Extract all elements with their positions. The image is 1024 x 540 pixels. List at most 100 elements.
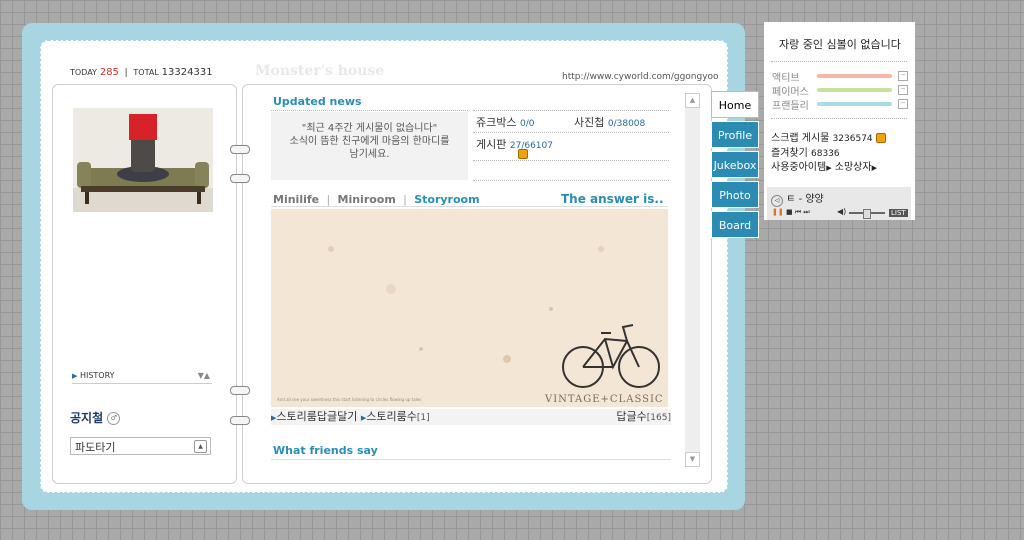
arrow-right-icon: ▶ xyxy=(72,372,78,380)
tab-photo[interactable]: Photo xyxy=(711,181,759,208)
nav-storyroom[interactable]: Storyroom xyxy=(414,193,479,206)
favorite-stat[interactable]: 즐겨찾기 68336 xyxy=(771,144,840,159)
divider xyxy=(771,61,907,62)
history-label: HISTORY xyxy=(79,371,115,380)
stat-value: 27/66107 xyxy=(509,141,553,151)
news-empty-line3: 남기세요. xyxy=(349,149,390,160)
tab-jukebox[interactable]: Jukebox xyxy=(711,151,759,178)
divider xyxy=(473,160,669,161)
volume-icon: ◀) xyxy=(837,207,847,216)
story-reply-link[interactable]: 스토리룸답글달기 xyxy=(276,410,357,423)
profile-photo xyxy=(73,108,213,212)
collapse-icon[interactable]: − xyxy=(898,99,908,109)
notice-label: 공지철 xyxy=(70,411,104,425)
home-title: Monster's house xyxy=(255,63,385,79)
story-small-text: And all see your sweetness this start li… xyxy=(277,397,421,402)
active-bar xyxy=(817,74,892,78)
famous-bar xyxy=(817,88,892,92)
today-label: TODAY xyxy=(70,68,97,77)
stat-value: 0/0 xyxy=(519,119,535,129)
stat-value: 0/38008 xyxy=(607,119,646,129)
mini-nav: Minilife | Miniroom | Storyroom xyxy=(273,193,480,206)
collapse-icon[interactable]: − xyxy=(898,71,908,81)
surf-value: 파도타기 xyxy=(75,441,116,454)
friends-say-title: What friends say xyxy=(273,444,378,457)
volume-handle[interactable] xyxy=(863,209,871,219)
scrap-stat[interactable]: 스크랩 게시물 3236574 xyxy=(771,129,886,144)
total-count: 13324331 xyxy=(161,67,213,78)
divider xyxy=(473,110,669,111)
bicycle-illustration: VINTAGE+CLASSIC And all see your sweetne… xyxy=(271,209,668,407)
divider xyxy=(271,110,468,111)
item-links: 사용중아이템▶ 소망상자▶ xyxy=(771,158,877,173)
friendly-bar xyxy=(817,102,892,106)
news-empty-box: "최근 4주간 게시물이 없습니다" 소식이 뜸한 친구에게 마음의 한마디를 … xyxy=(271,112,468,180)
surf-select[interactable]: 파도타기 ▲ xyxy=(70,437,211,455)
friendly-meter: 프랜들리 xyxy=(772,97,809,112)
scroll-up-icon[interactable]: ▲ xyxy=(685,93,700,108)
playlist-button[interactable]: LIST xyxy=(889,209,908,217)
wish-box-link[interactable]: 소망상자 xyxy=(835,162,872,173)
items-in-use-link[interactable]: 사용중아이템 xyxy=(771,162,826,173)
track-row: ◁ ㅌ - 양양 xyxy=(771,190,824,207)
storyroom-footer: ▶스토리룸답글달기 ▶스토리룸수[1] 답글수[165] xyxy=(271,409,671,425)
home-url[interactable]: http://www.cyworld.com/ggongyoo xyxy=(562,72,719,82)
prev-icon[interactable]: ⏮ xyxy=(795,208,801,216)
news-empty-line2: 소식이 뜸한 친구에게 마음의 한마디를 xyxy=(289,136,450,147)
reply-count-label: 답글수 xyxy=(616,410,647,423)
divider xyxy=(271,206,668,207)
tab-board[interactable]: Board xyxy=(711,211,759,238)
stat-jukebox[interactable]: 쥬크박스 0/0 xyxy=(476,114,534,130)
stat-photo[interactable]: 사진첩 0/38008 xyxy=(574,114,645,130)
reply-count-value: [165] xyxy=(646,413,671,423)
stat-label: 쥬크박스 xyxy=(476,116,517,129)
binder-ring xyxy=(230,416,250,425)
history-bar[interactable]: ▶ HISTORY ▼▲ xyxy=(72,371,212,384)
story-count-value: [1] xyxy=(416,413,430,423)
tab-profile[interactable]: Profile xyxy=(711,121,759,148)
stat-label: 사진첩 xyxy=(574,116,605,129)
player-controls: ❚❚ ■ ⏮ ⏭ xyxy=(772,208,810,217)
news-empty-line1: "최근 4주간 게시물이 없습니다" xyxy=(301,123,438,134)
binder-ring xyxy=(230,145,250,154)
arrow-right-icon: ▶ xyxy=(871,164,877,172)
pause-icon[interactable]: ❚❚ xyxy=(772,208,784,216)
today-count: 285 xyxy=(99,67,119,78)
stat-label: 게시판 xyxy=(476,138,507,151)
binder-ring xyxy=(230,386,250,395)
dropdown-up-icon[interactable]: ▲ xyxy=(194,440,207,453)
arrow-right-icon: ▶ xyxy=(826,164,832,172)
track-title: ㅌ - 양양 xyxy=(786,194,824,205)
story-count-link[interactable]: 스토리룸수 xyxy=(366,410,417,423)
scrap-label: 스크랩 게시물 xyxy=(771,133,830,144)
stat-board[interactable]: 게시판 27/66107 xyxy=(476,136,553,152)
scrap-value: 3236574 xyxy=(832,134,873,144)
answer-title: The answer is.. xyxy=(561,192,664,206)
binder-ring xyxy=(230,174,250,183)
speaker-icon[interactable]: ◁ xyxy=(771,195,783,207)
visitor-counter: TODAY 285 | TOTAL 13324331 xyxy=(70,67,213,78)
new-icon xyxy=(518,149,528,159)
volume-slider[interactable] xyxy=(849,209,885,219)
total-label: TOTAL xyxy=(133,68,159,77)
meter-label: 프랜들리 xyxy=(772,101,809,112)
storyroom-image[interactable]: VINTAGE+CLASSIC And all see your sweetne… xyxy=(271,209,668,407)
divider xyxy=(473,180,669,181)
divider xyxy=(473,132,669,133)
nav-miniroom[interactable]: Miniroom xyxy=(338,193,396,206)
updated-news-title: Updated news xyxy=(273,95,362,108)
notice-title: 공지철 ♂ xyxy=(70,409,121,426)
gender-icon: ♂ xyxy=(107,412,121,425)
expand-toggle-icon[interactable]: ▼▲ xyxy=(198,371,210,380)
tab-home[interactable]: Home xyxy=(711,91,759,118)
right-scrollbar[interactable]: ▲ ▼ xyxy=(685,93,700,467)
next-icon[interactable]: ⏭ xyxy=(803,208,809,216)
active-meter: 액티브 xyxy=(772,69,800,84)
collapse-icon[interactable]: − xyxy=(898,85,908,95)
symbol-status: 자랑 중인 심볼이 없습니다 xyxy=(779,38,901,51)
brand-text: VINTAGE+CLASSIC xyxy=(544,394,664,405)
nav-minilife[interactable]: Minilife xyxy=(273,193,319,206)
stop-icon[interactable]: ■ xyxy=(786,208,793,216)
scroll-down-icon[interactable]: ▼ xyxy=(685,452,700,467)
divider xyxy=(271,459,671,460)
